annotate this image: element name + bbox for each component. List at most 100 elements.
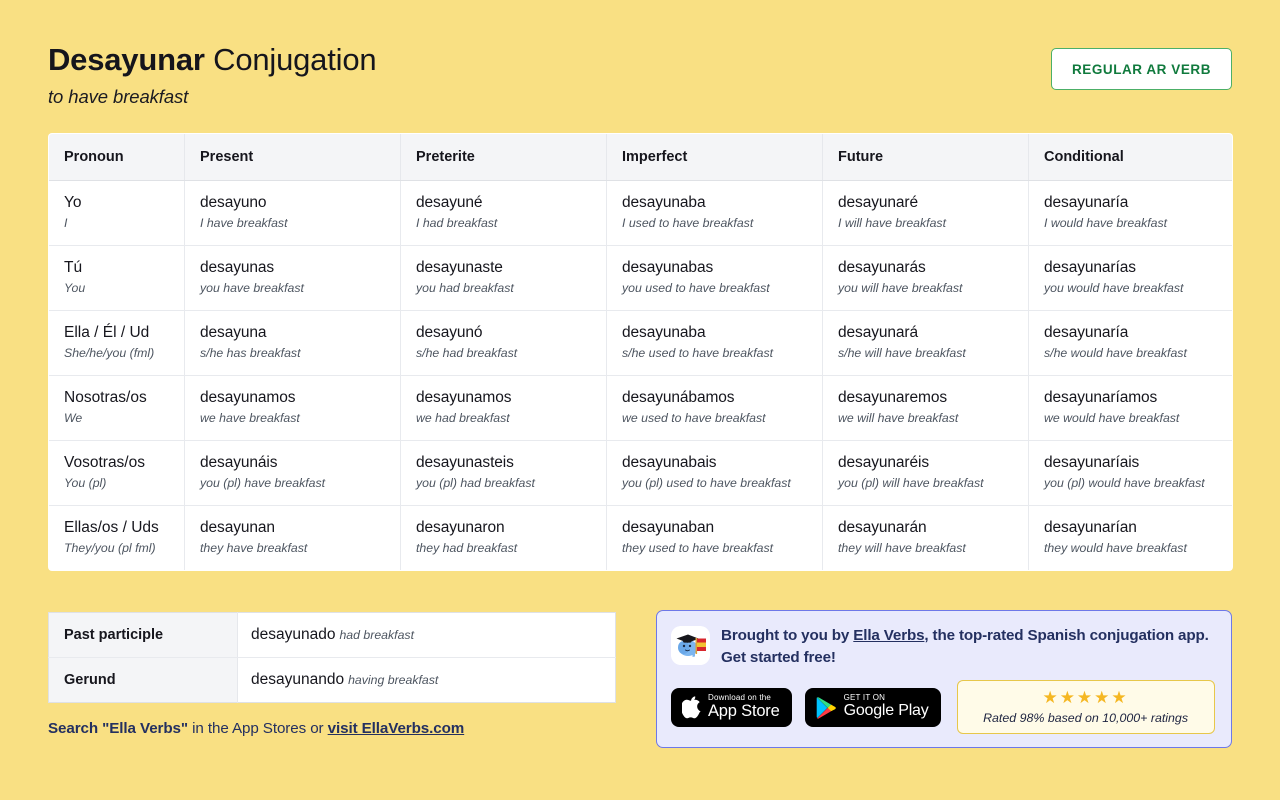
conjugation-gloss: they have breakfast: [200, 540, 308, 555]
nonfinite-value: desayunado had breakfast: [237, 612, 616, 658]
conjugation-gloss: you have breakfast: [200, 280, 304, 295]
pronoun-cell: Ellas/os / Uds They/you (pl fml): [49, 505, 185, 570]
conjugation-gloss: you had breakfast: [416, 280, 514, 295]
conjugation-cell: desayunaba I used to have breakfast: [606, 180, 823, 246]
promo-message: Brought to you by Ella Verbs, the top-ra…: [721, 624, 1217, 668]
promo-box: Brought to you by Ella Verbs, the top-ra…: [656, 610, 1232, 748]
conjugation-cell: desayunarían they would have breakfast: [1029, 505, 1233, 570]
table-row: Yo Idesayuno I have breakfast desayuné I had…: [49, 180, 1232, 246]
conjugation-gloss: I have breakfast: [200, 215, 288, 230]
conjugated-form: desayuna: [200, 323, 267, 341]
conjugation-cell: desayunarías you would have breakfast: [1028, 245, 1232, 311]
conjugation-cell: desayunó s/he had breakfast: [400, 310, 607, 376]
table-row: Tú You desayunas you have breakfast desayuna…: [49, 245, 1232, 311]
conjugated-form: desayunarás: [838, 258, 926, 276]
conjugated-form: desayunaban: [622, 518, 714, 536]
pronoun-gloss: They/you (pl fml): [64, 540, 156, 555]
conjugated-form: desayunamos: [416, 388, 512, 406]
conjugated-form: desayunabas: [622, 258, 714, 276]
pronoun-cell: Yo I: [49, 180, 185, 246]
conjugated-form: desayunaríamos: [1044, 388, 1158, 406]
conjugation-gloss: you (pl) had breakfast: [416, 475, 535, 490]
conjugation-table: Pronoun Present Preterite Imperfect Futu…: [48, 132, 1233, 571]
conjugation-gloss: they would have breakfast: [1044, 540, 1187, 555]
conjugation-cell: desayunaréis you (pl) will have breakfast: [822, 440, 1029, 506]
nonfinite-form: desayunando: [251, 671, 345, 688]
nonfinite-section: Past participle desayunado had breakfast Ge…: [48, 612, 616, 737]
conjugated-form: desayunaron: [416, 518, 505, 536]
elephant-graduation-icon: [671, 626, 710, 665]
page-header: Desayunar Conjugation to have breakfast …: [48, 0, 1232, 108]
conjugation-cell: desayunaré I will have breakfast: [822, 180, 1029, 246]
pronoun-gloss: She/he/you (fml): [64, 345, 155, 360]
pronoun-label: Yo: [64, 193, 82, 211]
app-search-line: Search "Ella Verbs" in the App Stores or…: [48, 720, 616, 737]
table-row: Nosotras/os We desayunamos we have breakfas…: [49, 375, 1232, 441]
table-row: Ella / Él / Ud She/he/you (fml) desayuna s/…: [49, 310, 1232, 376]
conjugation-cell: desayunas you have breakfast: [184, 245, 401, 311]
ellaverbs-website-link[interactable]: visit EllaVerbs.com: [328, 720, 465, 737]
conjugation-gloss: I will have breakfast: [838, 215, 946, 230]
nonfinite-gloss: having breakfast: [348, 673, 439, 687]
conjugation-cell: desayunaría I would have breakfast: [1028, 180, 1232, 246]
conjugation-gloss: I used to have breakfast: [622, 215, 754, 230]
conjugated-form: desayunaríais: [1044, 453, 1140, 471]
conjugated-form: desayunará: [838, 323, 919, 341]
conjugation-gloss: you would have breakfast: [1044, 280, 1184, 295]
conjugation-gloss: you will have breakfast: [838, 280, 963, 295]
pronoun-cell: Tú You: [49, 245, 185, 311]
conjugation-cell: desayunaron they had breakfast: [400, 505, 607, 570]
conjugation-gloss: we will have breakfast: [838, 410, 959, 425]
conjugation-cell: desayunabais you (pl) used to have breakf…: [606, 440, 823, 506]
conjugation-gloss: they had breakfast: [416, 540, 518, 555]
conjugated-form: desayunamos: [200, 388, 296, 406]
conjugation-gloss: I had breakfast: [416, 215, 498, 230]
conjugation-cell: desayunaría s/he would have breakfast: [1028, 310, 1232, 376]
promo-bottom-row: Download on the App Store GET IT ON Goog…: [671, 680, 1217, 735]
nonfinite-table: Past participle desayunado had breakfast Ge…: [48, 612, 616, 703]
conjugation-gloss: you (pl) will have breakfast: [838, 475, 984, 490]
app-store-badge[interactable]: Download on the App Store: [671, 687, 792, 727]
rating-text: Rated 98% based on 10,000+ ratings: [983, 711, 1189, 726]
conjugation-gloss: you (pl) used to have breakfast: [622, 475, 791, 490]
conjugated-form: desayunabais: [622, 453, 717, 471]
conjugation-gloss: s/he would have breakfast: [1044, 345, 1187, 360]
pronoun-label: Ellas/os / Uds: [64, 518, 159, 536]
conjugation-cell: desayunaba s/he used to have breakfast: [606, 310, 823, 376]
conjugation-gloss: you (pl) have breakfast: [200, 475, 326, 490]
conjugation-cell: desayunabas you used to have breakfast: [606, 245, 823, 311]
pronoun-gloss: You (pl): [64, 475, 107, 490]
conjugated-form: desayunaré: [838, 193, 919, 211]
ella-verbs-link[interactable]: Ella Verbs: [853, 627, 924, 644]
ella-verbs-app-icon: [671, 626, 710, 665]
conjugated-form: desayunas: [200, 258, 275, 276]
conjugation-cell: desayunaremos we will have breakfast: [822, 375, 1029, 441]
google-play-small-label: GET IT ON: [843, 693, 886, 702]
nonfinite-row: Past participle desayunado had breakfast: [48, 612, 616, 658]
conjugated-form: desayunasteis: [416, 453, 514, 471]
google-play-badge[interactable]: GET IT ON Google Play: [804, 687, 941, 727]
nonfinite-row: Gerund desayunando having breakfast: [48, 657, 616, 703]
conjugation-cell: desayunará s/he will have breakfast: [822, 310, 1029, 376]
pronoun-label: Tú: [64, 258, 83, 276]
pronoun-cell: Ella / Él / Ud She/he/you (fml): [49, 310, 185, 376]
pronoun-cell: Nosotras/os We: [49, 375, 185, 441]
app-store-small-label: Download on the: [708, 692, 772, 702]
pronoun-gloss: You: [64, 280, 86, 295]
column-header-present: Present: [184, 133, 401, 181]
nonfinite-label: Past participle: [48, 612, 238, 658]
conjugation-gloss: s/he used to have breakfast: [622, 345, 774, 360]
conjugation-cell: desayunaríais you (pl) would have breakfa…: [1028, 440, 1232, 506]
conjugated-form: desayunaría: [1044, 323, 1129, 341]
conjugated-form: desayunaba: [622, 193, 706, 211]
column-header-future: Future: [822, 133, 1029, 181]
conjugated-form: desayuno: [200, 193, 267, 211]
nonfinite-form: desayunado: [251, 626, 336, 643]
pronoun-label: Nosotras/os: [64, 388, 147, 406]
conjugation-gloss: we have breakfast: [200, 410, 300, 425]
conjugation-cell: desayunaste you had breakfast: [400, 245, 607, 311]
pronoun-cell: Vosotras/os You (pl): [49, 440, 185, 506]
conjugation-gloss: we used to have breakfast: [622, 410, 766, 425]
conjugated-form: desayunarán: [838, 518, 927, 536]
conjugation-cell: desayunáis you (pl) have breakfast: [184, 440, 401, 506]
